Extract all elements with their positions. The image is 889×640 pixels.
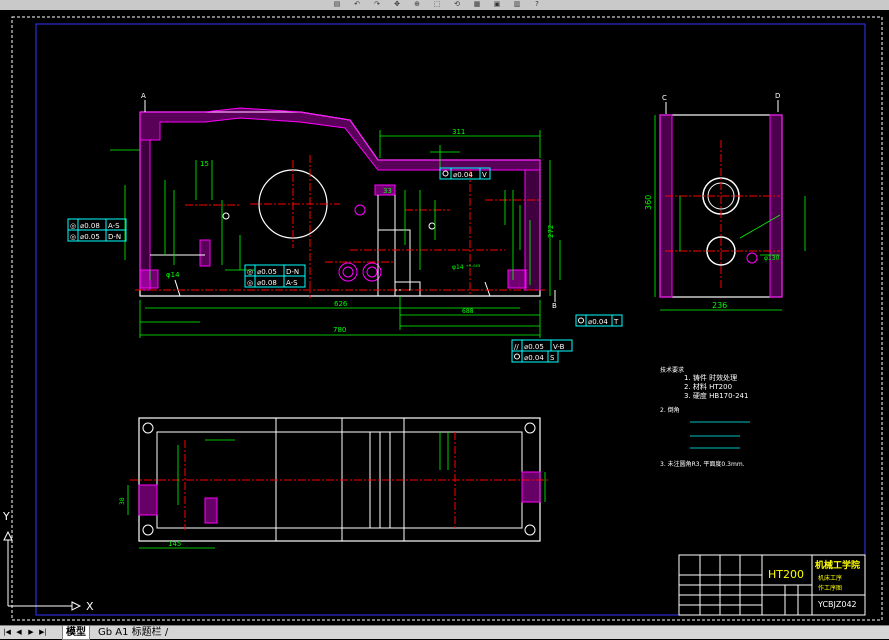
ucs-y-label: Y	[2, 510, 10, 523]
ucs-x-label: X	[86, 600, 94, 613]
dim-side-width: 236	[712, 301, 727, 310]
svg-text:⌀0.04: ⌀0.04	[524, 354, 544, 362]
dim-15: 15	[200, 160, 209, 168]
svg-text:◎: ◎	[247, 268, 253, 276]
note-item-3: 3. 硬度 HB170-241	[684, 391, 748, 400]
svg-text:V: V	[482, 171, 487, 179]
svg-text:◎: ◎	[247, 279, 253, 287]
dim-plan-38: 38	[119, 497, 126, 505]
note-section-2: 2. 倒角	[660, 406, 680, 414]
svg-text:⌀0.08: ⌀0.08	[257, 279, 277, 287]
svg-text:V-B: V-B	[553, 343, 565, 351]
svg-text:⌀0.04: ⌀0.04	[453, 171, 473, 179]
pan-icon[interactable]: ✥	[390, 0, 404, 8]
dim-688: 688	[462, 308, 474, 315]
svg-text:S: S	[550, 354, 555, 362]
dim-626: 626	[334, 300, 348, 308]
dim-33: 33	[383, 187, 392, 195]
dim-bore-tol: φ14 ⁺⁰·⁰⁴³	[452, 264, 481, 271]
note-section-3: 3. 未注圆角R3, 平面度0.3mm.	[660, 460, 745, 468]
help-icon[interactable]: ?	[530, 0, 544, 8]
section-label-c: C	[662, 94, 667, 102]
title-material: HT200	[768, 568, 804, 581]
section-label-b: B	[552, 302, 557, 310]
svg-text:⌀0.05: ⌀0.05	[80, 233, 100, 241]
layout-tab-bar: |◀ ◀ ▶ ▶| 模型 Gb A1 标题栏 /	[0, 625, 889, 640]
redo-icon[interactable]: ↷	[370, 0, 384, 8]
svg-text:T: T	[613, 318, 619, 326]
notes-title: 技术要求	[660, 366, 684, 374]
title-org: 机械工学院	[815, 559, 860, 571]
section-label-d: D	[775, 92, 780, 100]
drawing-canvas[interactable]: A B 780 626 311 272 33 15 φ14 φ14 ⁺⁰·⁰⁴³…	[0, 10, 889, 624]
design-center-icon[interactable]: ▣	[490, 0, 504, 8]
title-part-name: 机床工序	[818, 574, 842, 582]
svg-text:D-N: D-N	[286, 268, 299, 276]
save-icon[interactable]: ▤	[330, 0, 344, 8]
title-drawing-no: YCBJZ042	[817, 600, 857, 609]
zoom-icon[interactable]: ⊕	[410, 0, 424, 8]
svg-text:A-S: A-S	[108, 222, 120, 230]
svg-text:◎: ◎	[70, 233, 76, 241]
zoom-window-icon[interactable]: ⬚	[430, 0, 444, 8]
next-tab-button[interactable]: ▶	[26, 627, 36, 638]
section-label-a: A	[141, 92, 146, 100]
tool-palette-icon[interactable]: ▥	[510, 0, 524, 8]
svg-text:⌀0.04: ⌀0.04	[588, 318, 608, 326]
note-item-2: 2. 材料 HT200	[684, 382, 732, 391]
dim-side-height: 360	[644, 195, 653, 210]
dim-plan-145: 145	[168, 540, 181, 548]
svg-text:⌀0.05: ⌀0.05	[524, 343, 544, 351]
svg-text:◎: ◎	[70, 222, 76, 230]
dim-phi14: φ14	[166, 271, 180, 279]
zoom-previous-icon[interactable]: ⟲	[450, 0, 464, 8]
dim-overall-length: 780	[333, 326, 346, 334]
svg-text://: //	[514, 343, 519, 351]
note-item-1: 1. 铸件 时效处理	[684, 373, 737, 382]
svg-text:A-S: A-S	[286, 279, 298, 287]
properties-icon[interactable]: ▦	[470, 0, 484, 8]
dim-311: 311	[452, 128, 465, 136]
svg-text:⌀0.05: ⌀0.05	[257, 268, 277, 276]
tab-layout-gb-a1[interactable]: Gb A1 标题栏 /	[98, 626, 168, 639]
prev-tab-button[interactable]: ◀	[14, 627, 24, 638]
first-tab-button[interactable]: |◀	[2, 627, 12, 638]
last-tab-button[interactable]: ▶|	[38, 627, 48, 638]
dim-272: 272	[547, 225, 555, 238]
svg-text:D-N: D-N	[108, 233, 121, 241]
dim-side-bore: φ130	[764, 255, 780, 262]
svg-text:⌀0.08: ⌀0.08	[80, 222, 100, 230]
undo-icon[interactable]: ↶	[350, 0, 364, 8]
title-part-name2: 作工序图	[818, 584, 842, 592]
